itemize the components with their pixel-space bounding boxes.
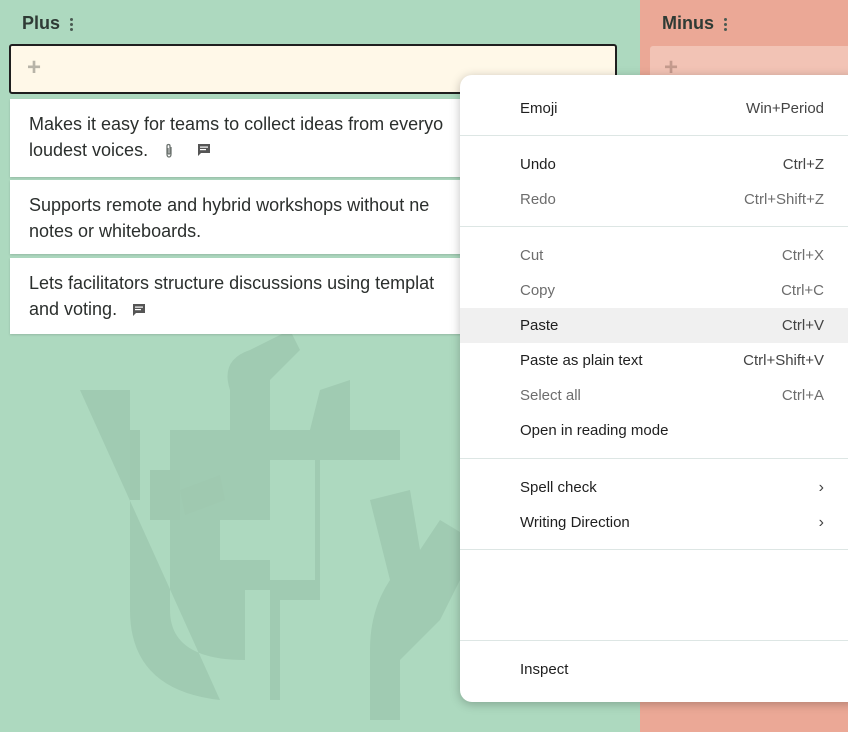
comment-icon[interactable] — [132, 303, 146, 317]
menu-item-label: Emoji — [520, 100, 558, 117]
menu-item-inspect[interactable]: Inspect — [460, 652, 848, 687]
plus-column-header: Plus — [22, 10, 74, 36]
menu-item-select-all[interactable]: Select all Ctrl+A — [460, 378, 848, 413]
menu-separator — [460, 226, 848, 227]
menu-item-label: Inspect — [520, 661, 569, 678]
chevron-right-icon: › — [818, 513, 824, 531]
menu-item-shortcut: Ctrl+V — [781, 317, 824, 334]
minus-column-header: Minus — [662, 10, 727, 36]
menu-item-shortcut: Ctrl+X — [781, 247, 824, 264]
menu-item-shortcut: Ctrl+Z — [782, 156, 824, 173]
minus-column-title: Minus — [662, 12, 714, 33]
menu-separator — [460, 640, 848, 641]
menu-item-label: Spell check — [520, 479, 597, 496]
menu-item-label: Select all — [520, 387, 581, 404]
menu-item-shortcut: Win+Period — [746, 100, 824, 117]
menu-item-label: Open in reading mode — [520, 422, 669, 439]
menu-item-paste[interactable]: Paste Ctrl+V — [460, 308, 848, 343]
menu-item-label: Redo — [520, 191, 556, 208]
plus-column-menu-icon[interactable] — [70, 17, 74, 31]
menu-separator — [460, 135, 848, 136]
menu-item-label: Paste — [520, 317, 559, 334]
menu-item-reading-mode[interactable]: Open in reading mode — [460, 413, 848, 448]
menu-item-paste-plain[interactable]: Paste as plain text Ctrl+Shift+V — [460, 343, 848, 378]
menu-item-shortcut: Ctrl+Shift+V — [743, 352, 824, 369]
menu-item-emoji[interactable]: Emoji Win+Period — [460, 91, 848, 126]
chevron-right-icon: › — [818, 478, 824, 496]
plus-column-title: Plus — [22, 12, 61, 33]
add-plus-icon: + — [27, 54, 42, 81]
context-menu: Emoji Win+Period Undo Ctrl+Z Redo Ctrl+S… — [460, 75, 848, 702]
menu-item-shortcut: Ctrl+A — [781, 387, 824, 404]
menu-separator — [460, 549, 848, 550]
menu-item-writing-direction[interactable]: Writing Direction › — [460, 505, 848, 540]
menu-item-label: Copy — [520, 282, 556, 299]
menu-item-label: Cut — [520, 247, 544, 264]
menu-item-redo[interactable]: Redo Ctrl+Shift+Z — [460, 182, 848, 217]
menu-item-label: Writing Direction — [520, 514, 630, 531]
menu-item-shortcut: Ctrl+Shift+Z — [743, 191, 824, 208]
menu-item-label: Undo — [520, 156, 556, 173]
menu-item-cut[interactable]: Cut Ctrl+X — [460, 238, 848, 273]
menu-item-label: Paste as plain text — [520, 352, 643, 369]
menu-item-spell-check[interactable]: Spell check › — [460, 470, 848, 505]
menu-item-shortcut: Ctrl+C — [781, 282, 824, 299]
comment-icon[interactable] — [197, 143, 211, 157]
menu-item-undo[interactable]: Undo Ctrl+Z — [460, 147, 848, 182]
minus-column-menu-icon[interactable] — [724, 17, 727, 31]
attachment-icon[interactable] — [163, 143, 175, 159]
menu-separator — [460, 458, 848, 459]
menu-item-copy[interactable]: Copy Ctrl+C — [460, 273, 848, 308]
card-text-line: and voting. — [29, 299, 118, 319]
card-text-line: loudest voices. — [29, 140, 149, 160]
